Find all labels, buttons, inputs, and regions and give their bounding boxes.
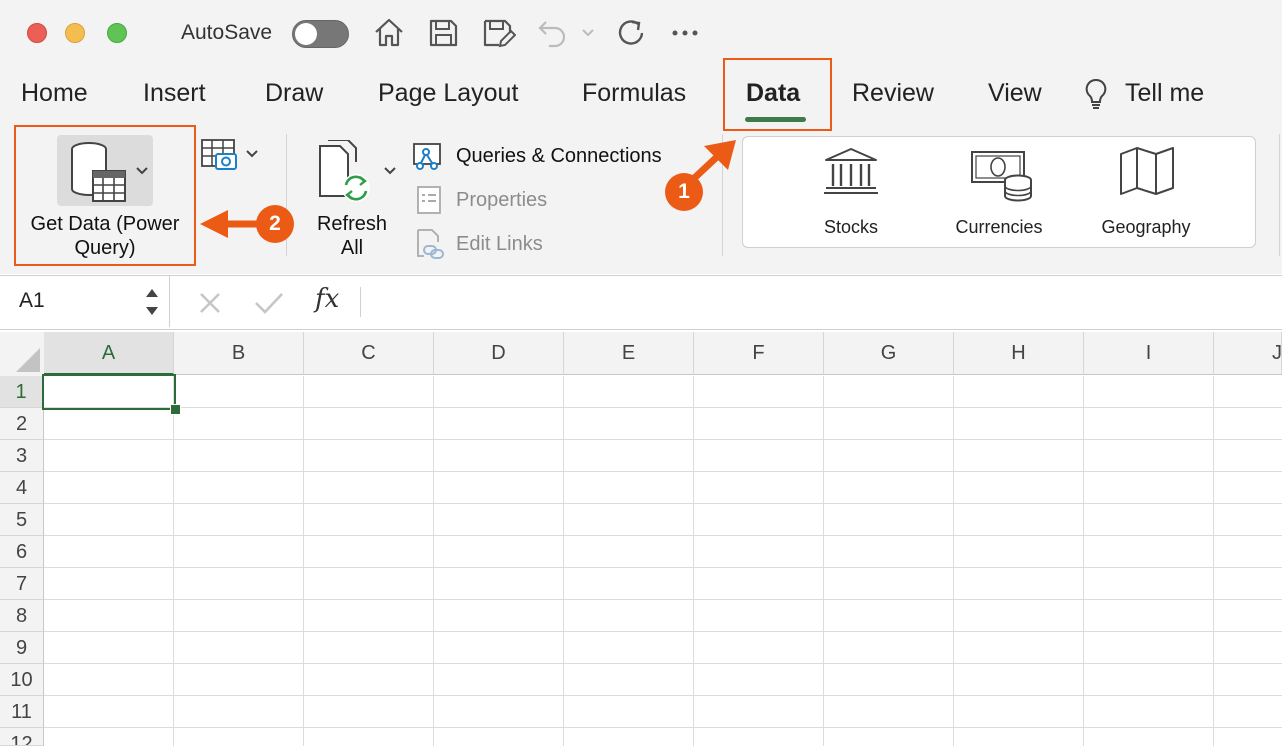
row-header-3[interactable]: 3 [0, 440, 44, 472]
highlight-data-tab [723, 58, 832, 131]
tab-view[interactable]: View [988, 79, 1042, 108]
grid-line [823, 376, 824, 746]
tab-insert[interactable]: Insert [143, 79, 206, 108]
column-header-d[interactable]: D [434, 332, 564, 375]
refresh-all-icon[interactable] [316, 140, 376, 208]
tab-tell-me[interactable]: Tell me [1125, 79, 1204, 108]
grid-line [953, 376, 954, 746]
row-header-7[interactable]: 7 [0, 568, 44, 600]
undo-icon[interactable] [533, 14, 571, 52]
tab-review[interactable]: Review [852, 79, 934, 108]
step-badge-2: 2 [256, 205, 294, 243]
refresh-all-label[interactable]: Refresh All [302, 212, 402, 260]
grid-line [44, 663, 1282, 664]
currencies-data-type-button[interactable]: Currencies [949, 217, 1049, 238]
name-box-stepper-icon[interactable] [142, 283, 162, 321]
grid-line [433, 376, 434, 746]
geography-map-icon[interactable] [1118, 146, 1176, 196]
toggle-knob [295, 23, 317, 45]
confirm-formula-icon[interactable] [253, 290, 285, 316]
column-header-c[interactable]: C [304, 332, 434, 375]
insert-function-fx-button[interactable]: fx [315, 284, 339, 314]
grid-line [44, 599, 1282, 600]
edit-links-button[interactable]: Edit Links [456, 233, 543, 256]
row-header-8[interactable]: 8 [0, 600, 44, 632]
row-header-9[interactable]: 9 [0, 632, 44, 664]
data-from-picture-icon[interactable] [200, 138, 240, 172]
grid-line [44, 503, 1282, 504]
row-header-5[interactable]: 5 [0, 504, 44, 536]
save-as-icon[interactable] [478, 14, 516, 52]
column-header-e[interactable]: E [564, 332, 694, 375]
fill-handle[interactable] [170, 404, 181, 415]
lightbulb-icon [1085, 78, 1107, 109]
grid-line [44, 727, 1282, 728]
grid-line [1213, 376, 1214, 746]
row-header-11[interactable]: 11 [0, 696, 44, 728]
row-header-2[interactable]: 2 [0, 408, 44, 440]
queries-connections-icon[interactable] [412, 142, 444, 172]
column-header-h[interactable]: H [954, 332, 1084, 375]
row-header-12[interactable]: 12 [0, 728, 44, 746]
properties-button[interactable]: Properties [456, 189, 547, 212]
chevron-down-icon[interactable] [244, 147, 260, 161]
formula-input[interactable] [372, 289, 1272, 315]
close-window-button[interactable] [27, 23, 47, 43]
grid-line [44, 567, 1282, 568]
column-header-b[interactable]: B [174, 332, 304, 375]
grid-line [693, 376, 694, 746]
undo-dropdown-icon[interactable] [580, 26, 596, 40]
edit-links-icon[interactable] [414, 228, 446, 260]
stocks-data-type-button[interactable]: Stocks [801, 217, 901, 238]
selected-cell-a1[interactable] [42, 374, 176, 410]
refresh-all-line1: Refresh [316, 213, 388, 235]
grid-line [44, 535, 1282, 536]
refresh-all-line2: All [340, 237, 364, 259]
grid-line [173, 376, 174, 746]
queries-connections-button[interactable]: Queries & Connections [456, 145, 662, 168]
select-all-corner[interactable] [0, 332, 44, 376]
stocks-bank-icon[interactable] [822, 146, 880, 196]
chevron-down-icon[interactable] [382, 164, 398, 178]
grid-line [44, 631, 1282, 632]
more-icon[interactable] [668, 14, 702, 52]
properties-icon[interactable] [415, 185, 443, 215]
grid-line [44, 471, 1282, 472]
currencies-icon[interactable] [970, 150, 1034, 204]
row-header-1[interactable]: 1 [0, 376, 44, 408]
home-icon[interactable] [370, 14, 408, 52]
column-header-j[interactable]: J [1214, 332, 1282, 375]
column-header-f[interactable]: F [694, 332, 824, 375]
zoom-window-button[interactable] [107, 23, 127, 43]
name-box-value[interactable]: A1 [19, 289, 45, 313]
autosave-toggle[interactable] [292, 20, 349, 48]
grid-line [44, 407, 1282, 408]
highlight-get-data [14, 125, 196, 266]
grid-line [44, 695, 1282, 696]
tab-formulas[interactable]: Formulas [582, 79, 686, 108]
tab-page-layout[interactable]: Page Layout [378, 79, 518, 108]
autosave-label: AutoSave [181, 21, 273, 44]
geography-data-type-button[interactable]: Geography [1096, 217, 1196, 238]
cancel-formula-icon[interactable] [197, 290, 223, 316]
grid-line [563, 376, 564, 746]
ribbon-separator [1279, 134, 1280, 256]
formula-bar-divider [360, 287, 361, 317]
select-all-triangle-icon [16, 348, 40, 372]
grid-line [303, 376, 304, 746]
grid-line [44, 439, 1282, 440]
row-header-6[interactable]: 6 [0, 536, 44, 568]
row-header-4[interactable]: 4 [0, 472, 44, 504]
column-header-g[interactable]: G [824, 332, 954, 375]
column-header-i[interactable]: I [1084, 332, 1214, 375]
row-header-10[interactable]: 10 [0, 664, 44, 696]
save-icon[interactable] [424, 14, 462, 52]
redo-icon[interactable] [612, 14, 650, 52]
step-badge-1: 1 [665, 173, 703, 211]
tab-home[interactable]: Home [21, 79, 88, 108]
tab-draw[interactable]: Draw [265, 79, 323, 108]
column-header-a[interactable]: A [44, 332, 174, 375]
grid-line [1083, 376, 1084, 746]
minimize-window-button[interactable] [65, 23, 85, 43]
